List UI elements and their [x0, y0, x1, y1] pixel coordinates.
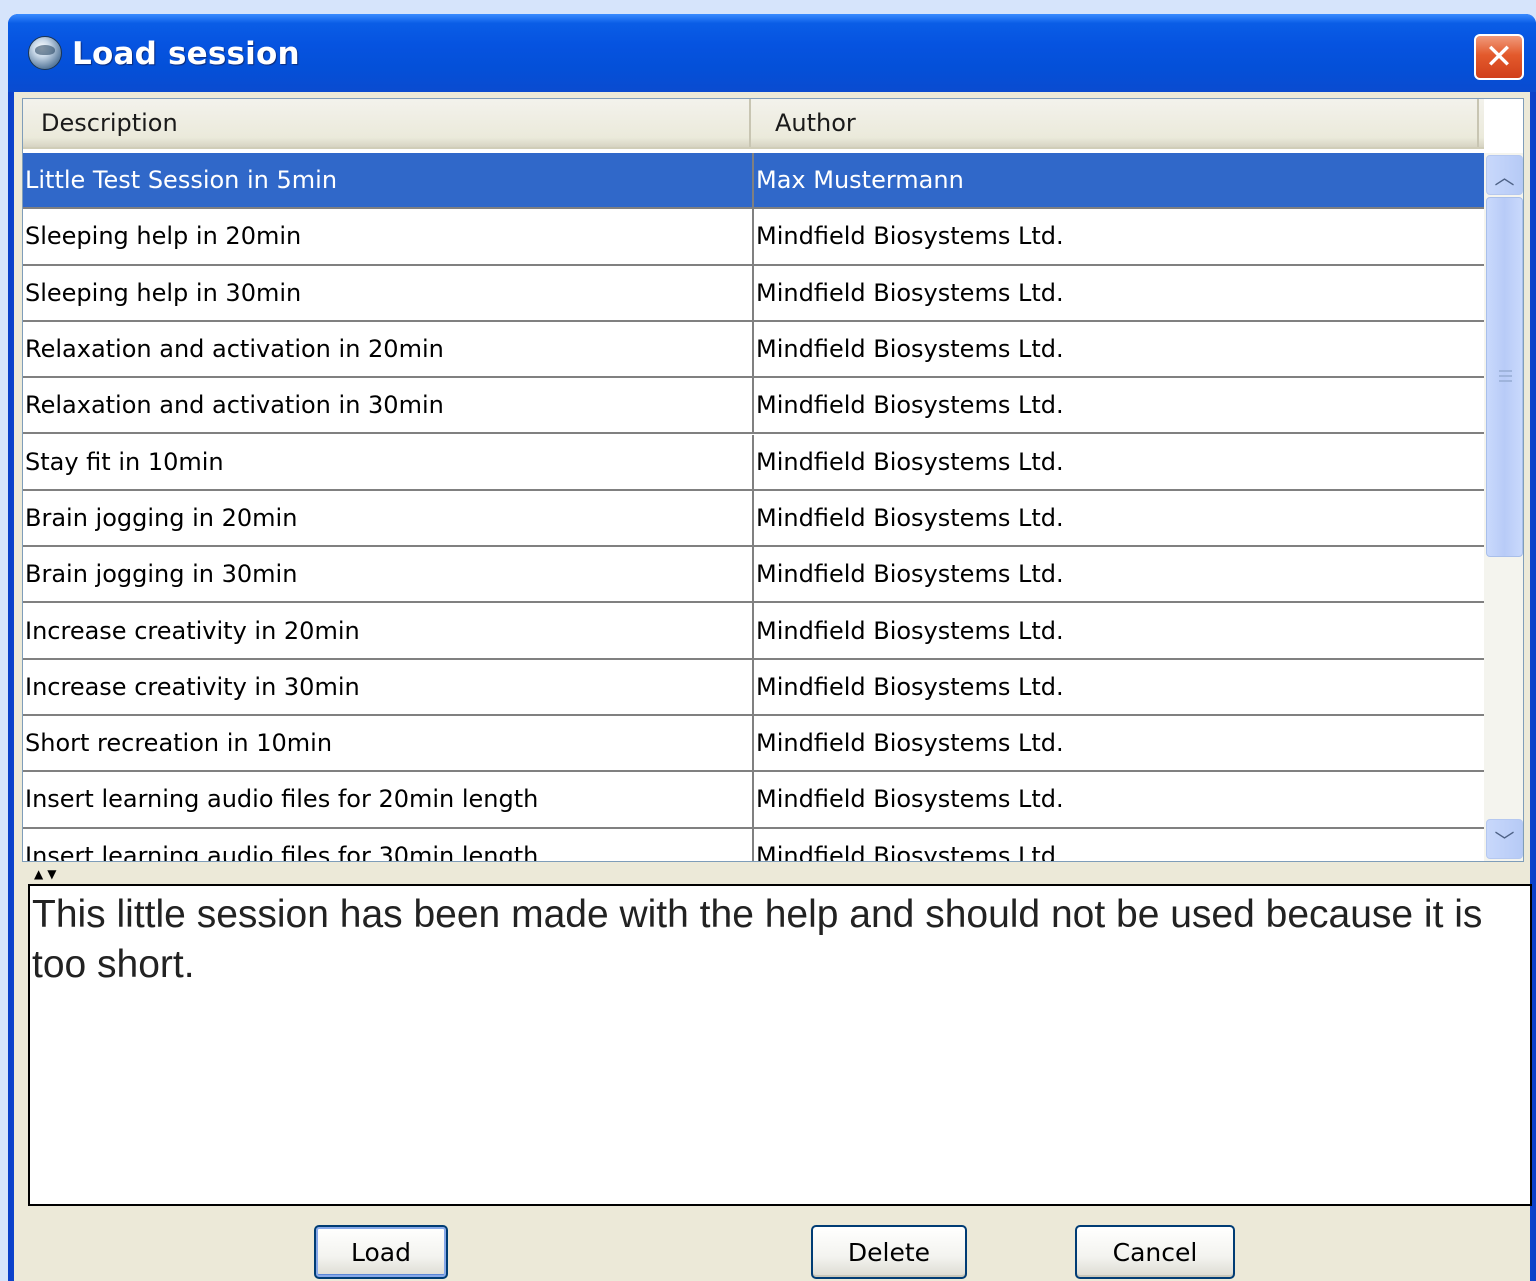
cell-description: Increase creativity in 20min	[23, 603, 754, 658]
cell-author: Mindfield Biosystems Ltd.	[756, 560, 1064, 589]
cell-author: Mindfield Biosystems Ltd.	[756, 278, 1064, 307]
table-row[interactable]: Short recreation in 10min Mindfield Biosy…	[23, 716, 1484, 773]
table-row[interactable]: Increase creativity in 30min Mindfield Bi…	[23, 659, 1484, 716]
scroll-up-icon: ︿	[1494, 164, 1515, 189]
cell-author: Mindfield Biosystems Ltd.	[756, 335, 1064, 364]
column-header-description[interactable]: Description	[23, 99, 751, 147]
vertical-scrollbar[interactable]: ︿ ﹀	[1484, 153, 1523, 861]
cell-description: Short recreation in 10min	[23, 716, 754, 771]
load-button[interactable]: Load	[314, 1225, 448, 1279]
column-header-author[interactable]: Author	[751, 99, 1479, 147]
cell-author: Mindfield Biosystems Ltd.	[756, 672, 1064, 701]
scroll-up-button[interactable]: ︿	[1486, 155, 1523, 195]
cell-author: Mindfield Biosystems Ltd.	[756, 841, 1064, 862]
cell-author: Mindfield Biosystems Ltd.	[756, 503, 1064, 532]
table-row[interactable]: Relaxation and activation in 30min Mindfi…	[23, 378, 1484, 435]
cell-description: Sleeping help in 30min	[23, 265, 754, 320]
cancel-button[interactable]: Cancel	[1075, 1225, 1235, 1279]
close-button[interactable]: ✕	[1474, 34, 1524, 80]
cell-author: Mindfield Biosystems Ltd.	[756, 391, 1064, 420]
cell-author: Max Mustermann	[756, 166, 964, 195]
cell-author: Mindfield Biosystems Ltd.	[756, 616, 1064, 645]
cell-description: Relaxation and activation in 20min	[23, 321, 754, 377]
table-row[interactable]: Insert learning audio files for 30min le…	[23, 828, 1484, 862]
split-pane-arrows-icon[interactable]: ▲▼	[34, 868, 60, 880]
cell-description: Insert learning audio files for 20min le…	[23, 772, 754, 827]
cell-author: Mindfield Biosystems Ltd.	[756, 785, 1064, 814]
cell-description: Insert learning audio files for 30min le…	[23, 828, 754, 861]
scroll-down-icon: ﹀	[1494, 828, 1515, 853]
sessions-table: Description Author Little Test Session i…	[22, 98, 1524, 862]
close-icon: ✕	[1484, 37, 1514, 77]
window-title: Load session	[72, 36, 300, 72]
table-header: Description Author	[23, 99, 1484, 149]
scroll-thumb[interactable]	[1486, 197, 1523, 557]
header-corner	[1484, 99, 1523, 149]
table-row[interactable]: Relaxation and activation in 20min Mindfi…	[23, 321, 1484, 379]
cell-description: Increase creativity in 30min	[23, 659, 754, 714]
table-row[interactable]: Brain jogging in 30min Mindfield Biosyste…	[23, 547, 1484, 604]
cell-author: Mindfield Biosystems Ltd.	[756, 222, 1064, 251]
cell-description: Stay fit in 10min	[23, 434, 754, 489]
table-row[interactable]: Stay fit in 10min Mindfield Biosystems Lt…	[23, 434, 1484, 491]
cell-description: Brain jogging in 20min	[23, 490, 754, 546]
load-session-dialog: Load session ✕ Description Author Little…	[8, 14, 1536, 1281]
cell-description: Little Test Session in 5min	[23, 153, 754, 208]
delete-button[interactable]: Delete	[811, 1225, 967, 1279]
table-body: Little Test Session in 5min Max Musterman…	[23, 153, 1484, 862]
table-row[interactable]: Little Test Session in 5min Max Musterman…	[23, 153, 1484, 210]
cell-author: Mindfield Biosystems Ltd.	[756, 447, 1064, 476]
table-row[interactable]: Insert learning audio files for 20min le…	[23, 772, 1484, 829]
table-row[interactable]: Sleeping help in 20min Mindfield Biosyste…	[23, 209, 1484, 266]
cell-description: Relaxation and activation in 30min	[23, 378, 754, 433]
session-description-text[interactable]: This little session has been made with t…	[28, 884, 1532, 1206]
table-row[interactable]: Increase creativity in 20min Mindfield Bi…	[23, 603, 1484, 660]
app-globe-icon	[28, 36, 62, 70]
table-row[interactable]: Brain jogging in 20min Mindfield Biosyste…	[23, 490, 1484, 548]
dialog-body: Description Author Little Test Session i…	[14, 92, 1532, 1281]
title-bar[interactable]: Load session ✕	[8, 14, 1536, 92]
scroll-down-button[interactable]: ﹀	[1486, 819, 1523, 859]
cell-description: Sleeping help in 20min	[23, 209, 754, 264]
table-row[interactable]: Sleeping help in 30min Mindfield Biosyste…	[23, 265, 1484, 322]
cell-description: Brain jogging in 30min	[23, 547, 754, 602]
cell-author: Mindfield Biosystems Ltd.	[756, 729, 1064, 758]
